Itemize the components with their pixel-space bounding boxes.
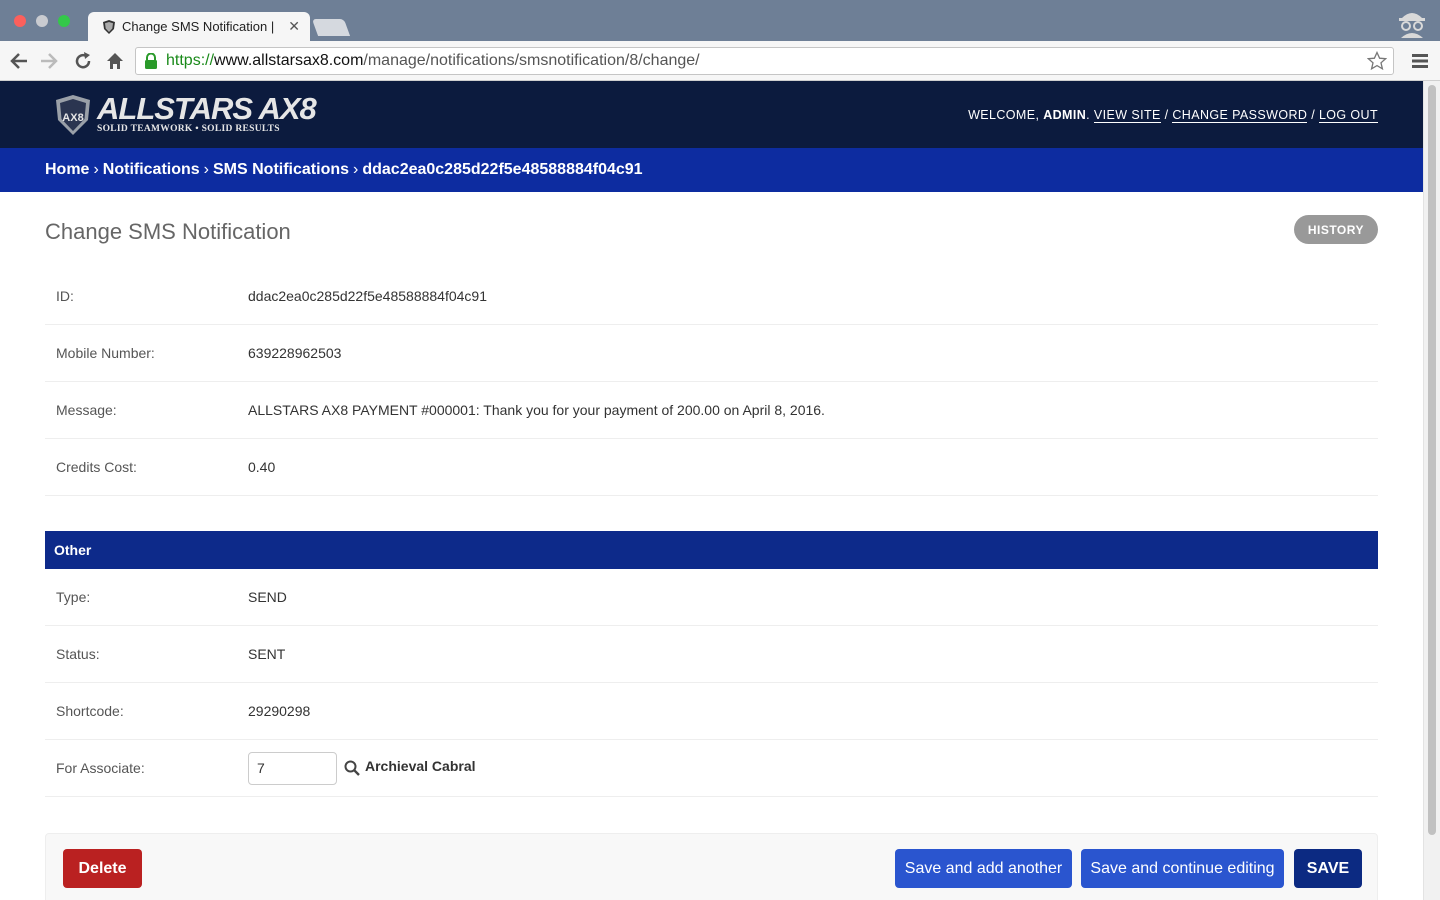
home-icon[interactable]: [104, 50, 126, 72]
save-button[interactable]: SAVE: [1294, 849, 1362, 888]
shield-favicon-icon: [103, 19, 115, 34]
page-title: Change SMS Notification: [45, 219, 291, 244]
new-tab-button[interactable]: [311, 19, 351, 36]
close-tab-icon[interactable]: ✕: [288, 18, 300, 35]
user-tools-separator: /: [1164, 107, 1169, 122]
forward-arrow-icon[interactable]: [38, 50, 60, 72]
tab-title: Change SMS Notification |: [122, 19, 275, 34]
address-bar[interactable]: https://www.allstarsax8.com/manage/notif…: [135, 47, 1394, 75]
field-label: Type:: [56, 589, 91, 605]
field-value: 29290298: [248, 703, 311, 719]
field-value: SENT: [248, 646, 286, 662]
url-text: https://www.allstarsax8.com/manage/notif…: [166, 52, 700, 70]
field-label: Status:: [56, 646, 100, 662]
other-fieldset: Type: SEND Status: SENT Shortcode: 29290…: [45, 569, 1378, 797]
breadcrumb: Home › Notifications › SMS Notifications…: [0, 148, 1423, 192]
back-arrow-icon[interactable]: [8, 50, 30, 72]
form-row-shortcode: Shortcode: 29290298: [45, 683, 1378, 740]
history-button[interactable]: HISTORY: [1293, 215, 1378, 244]
associate-id-input[interactable]: [248, 751, 337, 785]
svg-text:AX8: AX8: [62, 112, 83, 124]
form-row-id: ID: ddac2ea0c285d22f5e48588884f04c91: [45, 268, 1378, 325]
form-row-credits-cost: Credits Cost: 0.40: [45, 439, 1378, 496]
breadcrumb-home[interactable]: Home: [45, 161, 89, 179]
form-row-message: Message: ALLSTARS AX8 PAYMENT #000001: T…: [45, 382, 1378, 439]
vertical-scrollbar[interactable]: [1423, 81, 1440, 900]
maximize-window-button[interactable]: [58, 15, 70, 27]
field-value: 0.40: [248, 459, 276, 475]
field-label: Mobile Number:: [56, 345, 155, 361]
hamburger-menu-icon[interactable]: [1410, 51, 1430, 71]
user-tools-separator: /: [1311, 107, 1316, 122]
breadcrumb-separator: ›: [203, 161, 209, 178]
search-icon[interactable]: [344, 760, 360, 776]
save-and-add-another-button[interactable]: Save and add another: [895, 849, 1072, 888]
save-and-continue-button[interactable]: Save and continue editing: [1081, 849, 1284, 888]
field-value: ddac2ea0c285d22f5e48588884f04c91: [248, 288, 488, 304]
delete-button[interactable]: Delete: [63, 849, 142, 888]
associate-name: Archieval Cabral: [365, 758, 476, 774]
bookmark-star-icon[interactable]: [1367, 51, 1387, 71]
fieldset-heading-other: Other: [45, 531, 1378, 569]
field-label: ID:: [56, 288, 74, 304]
incognito-icon: [1399, 13, 1425, 38]
breadcrumb-notifications[interactable]: Notifications: [103, 161, 200, 179]
url-scheme: https://: [166, 52, 215, 69]
scrollbar-thumb[interactable]: [1428, 85, 1436, 835]
user-tools: WELCOME, ADMIN. VIEW SITE / CHANGE PASSW…: [968, 107, 1378, 123]
breadcrumb-separator: ›: [353, 161, 359, 178]
minimize-window-button[interactable]: [36, 15, 48, 27]
logo-tagline: SOLID TEAMWORK • SOLID RESULTS: [97, 124, 280, 134]
form-row-for-associate: For Associate: Archieval Cabral: [45, 740, 1378, 797]
field-value: 639228962503: [248, 345, 342, 361]
field-value: SEND: [248, 589, 287, 605]
form-row-status: Status: SENT: [45, 626, 1378, 683]
log-out-link[interactable]: LOG OUT: [1318, 107, 1378, 123]
view-site-link[interactable]: VIEW SITE: [1093, 107, 1161, 123]
change-password-link[interactable]: CHANGE PASSWORD: [1172, 107, 1308, 123]
shield-logo-icon: AX8: [56, 94, 90, 135]
form-row-type: Type: SEND: [45, 569, 1378, 626]
submit-row: Delete Save and add another Save and con…: [45, 833, 1378, 900]
field-value: ALLSTARS AX8 PAYMENT #000001: Thank you …: [248, 402, 825, 418]
field-label: For Associate:: [56, 760, 145, 776]
field-label: Shortcode:: [56, 703, 124, 719]
username: ADMIN: [1043, 107, 1087, 122]
reload-icon[interactable]: [72, 50, 94, 72]
logo-name: ALLSTARS AX8: [97, 91, 317, 126]
url-path: /manage/notifications/smsnotification/8/…: [363, 52, 700, 69]
breadcrumb-sms-notifications[interactable]: SMS Notifications: [213, 161, 349, 179]
field-label: Message:: [56, 402, 117, 418]
field-label: Credits Cost:: [56, 459, 137, 475]
close-window-button[interactable]: [14, 15, 26, 27]
browser-tab[interactable]: Change SMS Notification | ✕: [88, 12, 310, 41]
breadcrumb-separator: ›: [93, 161, 99, 178]
url-host: www.allstarsax8.com: [214, 52, 364, 69]
browser-toolbar: https://www.allstarsax8.com/manage/notif…: [0, 41, 1440, 81]
browser-titlebar: Change SMS Notification | ✕: [0, 0, 1440, 41]
form-row-mobile-number: Mobile Number: 639228962503: [45, 325, 1378, 382]
site-header: AX8 ALLSTARS AX8 SOLID TEAMWORK • SOLID …: [0, 81, 1423, 148]
site-logo[interactable]: AX8 ALLSTARS AX8 SOLID TEAMWORK • SOLID …: [55, 91, 317, 136]
page-viewport: AX8 ALLSTARS AX8 SOLID TEAMWORK • SOLID …: [0, 81, 1440, 900]
breadcrumb-current: ddac2ea0c285d22f5e48588884f04c91: [362, 161, 643, 178]
welcome-text: WELCOME,: [968, 107, 1040, 122]
lock-icon: [145, 53, 157, 69]
main-fieldset: ID: ddac2ea0c285d22f5e48588884f04c91 Mob…: [45, 268, 1378, 496]
